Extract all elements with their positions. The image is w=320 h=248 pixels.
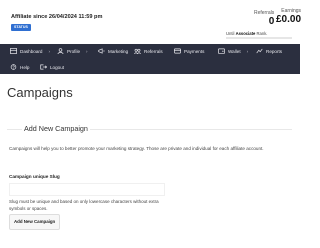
nav-label-marketing: Marketing	[108, 48, 129, 54]
account-header: Affiliate since 26/04/2024 11:59 pm STAT…	[0, 0, 301, 44]
payments-icon	[174, 48, 181, 54]
rank-progress-text: Until Associate Rank.	[226, 31, 267, 36]
referrals-value: 0	[268, 16, 275, 27]
rank-prefix: Until	[226, 31, 235, 36]
campaign-description: Campaigns will help you to better promot…	[9, 146, 264, 151]
wallet-icon	[218, 48, 225, 54]
nav-item-dashboard[interactable]: Dashboard ›	[10, 47, 50, 55]
campaign-slug-input[interactable]	[9, 183, 165, 196]
page-title: Campaigns	[7, 85, 73, 100]
nav-item-wallet[interactable]: Wallet ›	[218, 47, 248, 55]
slug-field-label: Campaign unique Slug	[9, 174, 60, 179]
referrals-stat: Referrals 0	[254, 10, 274, 27]
status-badge: STATUS	[11, 24, 31, 31]
earnings-stat: Earnings £0.00	[276, 8, 301, 25]
earnings-value: £0.00	[276, 14, 302, 25]
nav-item-marketing[interactable]: Marketing	[98, 47, 128, 55]
chevron-down-icon: ›	[86, 48, 88, 54]
section-title: Add New Campaign	[22, 124, 90, 133]
nav-item-payments[interactable]: Payments	[174, 47, 204, 55]
nav-item-profile[interactable]: Profile ›	[57, 47, 88, 55]
help-icon	[10, 64, 17, 70]
dashboard-icon	[10, 48, 17, 54]
nav-item-logout[interactable]: Logout	[40, 63, 64, 71]
nav-label-dashboard: Dashboard	[20, 48, 43, 54]
add-new-campaign-button[interactable]: Add New Campaign	[9, 214, 61, 230]
rank-suffix: Rank.	[256, 31, 268, 36]
main-navigation: Dashboard › Profile › Marketing Referral…	[0, 44, 300, 74]
nav-label-referrals: Referrals	[144, 48, 163, 54]
nav-label-payments: Payments	[184, 48, 205, 54]
chevron-down-icon: ›	[48, 48, 50, 54]
nav-label-wallet: Wallet	[228, 48, 241, 54]
nav-label-logout: Logout	[50, 64, 65, 70]
profile-icon	[57, 48, 64, 54]
nav-item-help[interactable]: Help	[10, 63, 29, 71]
nav-item-referrals[interactable]: Referrals	[134, 47, 163, 55]
nav-item-reports[interactable]: Reports	[256, 47, 282, 55]
affiliate-since-text: Affiliate since 26/04/2024 11:59 pm	[11, 14, 103, 20]
marketing-icon	[98, 48, 105, 54]
nav-label-profile: Profile	[67, 48, 81, 54]
chevron-down-icon: ›	[246, 48, 249, 54]
reports-icon	[256, 48, 263, 54]
nav-label-help: Help	[20, 64, 30, 70]
rank-progress-bar	[226, 37, 292, 39]
referrals-icon	[134, 48, 141, 54]
nav-label-reports: Reports	[266, 48, 283, 54]
rank-name: Associate	[235, 31, 256, 36]
slug-hint: Slug must be unique and based on only lo…	[9, 199, 159, 211]
logout-icon	[40, 64, 47, 70]
